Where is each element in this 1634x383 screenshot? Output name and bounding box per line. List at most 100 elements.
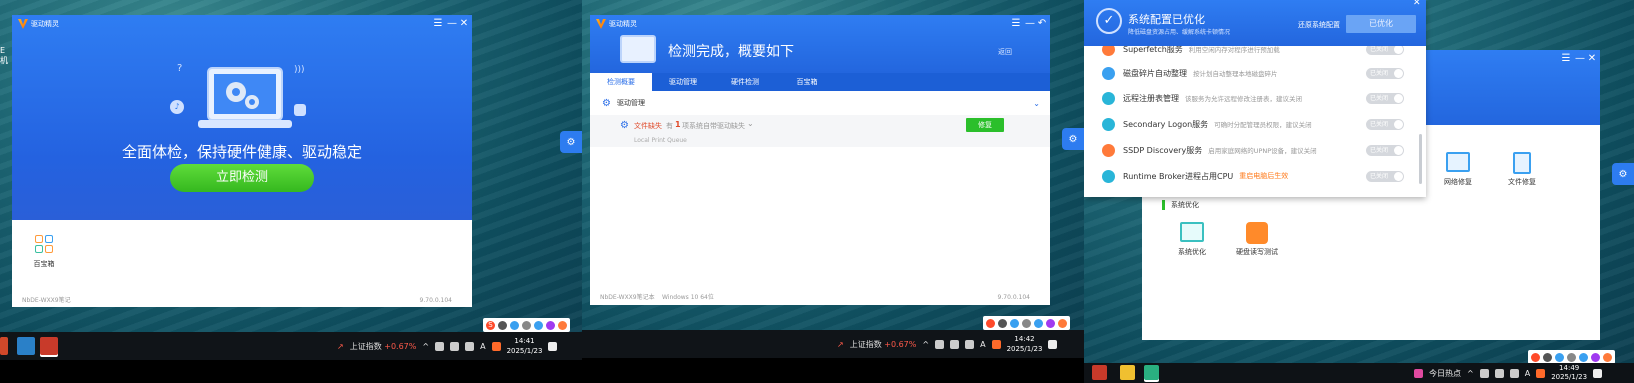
tool-network-repair[interactable]: 网络修复 <box>1438 152 1478 187</box>
ime-indicator[interactable]: A <box>1525 369 1530 378</box>
news-icon <box>1414 368 1423 378</box>
news-label[interactable]: 今日热点 <box>1429 368 1461 379</box>
tool-file-repair[interactable]: 文件修复 <box>1502 152 1542 187</box>
close-button[interactable]: ✕ <box>458 18 470 29</box>
tray-icon[interactable] <box>435 341 445 351</box>
taskbar-clock[interactable]: 14:42 2025/1/23 <box>1007 334 1043 354</box>
scan-now-button[interactable]: 立即检测 <box>170 164 314 192</box>
tray-icon[interactable] <box>950 339 960 349</box>
footer-device-name: NbDE-WXX9笔记 <box>22 297 71 304</box>
tray-sogou-icon[interactable] <box>991 339 1001 349</box>
service-row: 磁盘碎片自动整理 按计划自动整理本地磁盘碎片 已关闭 <box>1102 61 1404 85</box>
tab-overview[interactable]: 检测概要 <box>590 73 652 91</box>
ime-toolbar[interactable]: S <box>483 318 570 332</box>
restore-config-link[interactable]: 还原系统配置 <box>1298 20 1340 30</box>
taskbar-app-icon[interactable] <box>1092 365 1107 380</box>
window-header: 驱动精灵 ☰ — ↶ 检测完成，概要如下 返回 <box>590 15 1050 73</box>
issue-count: 1 <box>675 120 681 129</box>
close-button[interactable]: ✕ <box>1586 53 1598 64</box>
minimize-button[interactable]: — <box>1024 18 1036 29</box>
popup-scrollbar[interactable] <box>1419 134 1422 184</box>
driver-genius-window: 驱动精灵 ☰ — ↶ 检测完成，概要如下 返回 检测概要 驱动管理 硬件检测 百… <box>590 15 1050 305</box>
tool-disk-test[interactable]: 硬盘读写测试 <box>1232 222 1282 257</box>
ime-indicator[interactable]: A <box>980 340 985 349</box>
service-icon <box>1102 143 1115 157</box>
service-toggle[interactable]: 已关闭 <box>1366 170 1404 182</box>
service-icon <box>1102 169 1115 183</box>
menu-button[interactable]: ☰ <box>1010 18 1022 29</box>
tab-driver-management[interactable]: 驱动管理 <box>652 73 714 91</box>
optimization-popup: ✓ 系统配置已优化 降低磁盘资源占用、缓解系统卡顿情况 还原系统配置 已优化 ✕… <box>1084 0 1426 197</box>
service-toggle[interactable]: 已关闭 <box>1366 46 1404 55</box>
section-title: 驱动管理 <box>616 99 645 107</box>
service-toggle[interactable]: 已关闭 <box>1366 92 1404 104</box>
service-toggle[interactable]: 已关闭 <box>1366 67 1404 79</box>
ime-toolbar[interactable] <box>1528 350 1615 364</box>
footer-version: 9.70.0.104 <box>997 294 1030 301</box>
driver-section-header[interactable]: ⚙ 驱动管理 ⌄ <box>602 95 1040 111</box>
wifi-icon: ))) <box>294 65 305 75</box>
file-repair-icon <box>1513 152 1531 174</box>
service-row: Secondary Logon服务 可确时分配管理员权限，建议关闭 已关闭 <box>1102 112 1404 136</box>
driver-genius-window: 驱动精灵 ☰ — ✕ ? ♪ ))) 全面体检，保持硬件健康、驱动稳定 立即检测 <box>12 15 472 307</box>
taskbar-app-icon[interactable] <box>0 337 8 355</box>
notification-icon[interactable] <box>1048 339 1058 349</box>
stock-ticker[interactable]: 上证指数 +0.67% <box>850 339 917 350</box>
minimize-button[interactable]: — <box>446 18 458 29</box>
optimized-button[interactable]: 已优化 <box>1346 15 1416 33</box>
ime-indicator[interactable]: A <box>480 342 485 351</box>
tray-arrow-icon[interactable]: ^ <box>922 340 929 349</box>
notification-icon[interactable] <box>1593 368 1603 378</box>
floating-assistant-icon[interactable]: ⚙ <box>1062 128 1084 150</box>
report-icon <box>620 35 656 63</box>
tray-arrow-icon[interactable]: ^ <box>422 342 429 351</box>
taskbar-clock[interactable]: 14:49 2025/1/23 <box>1551 364 1587 382</box>
question-icon: ? <box>177 63 183 74</box>
system-optimize-icon <box>1180 222 1204 242</box>
tray-sogou-icon[interactable] <box>491 341 501 351</box>
service-toggle[interactable]: 已关闭 <box>1366 144 1404 156</box>
result-title: 检测完成，概要如下 <box>668 44 794 60</box>
floating-assistant-icon[interactable]: ⚙ <box>560 131 582 153</box>
taskbar-clock[interactable]: 14:41 2025/1/23 <box>507 336 543 356</box>
floating-assistant-icon[interactable]: ⚙ <box>1612 163 1634 185</box>
taskbar-app-icon[interactable] <box>1144 365 1159 380</box>
service-row: Runtime Broker进程占用CPU 重启电脑后生效 已关闭 <box>1102 164 1404 188</box>
footer-version: 9.70.0.104 <box>419 297 452 304</box>
menu-button[interactable]: ☰ <box>1560 53 1572 64</box>
service-toggle[interactable]: 已关闭 <box>1366 118 1404 130</box>
taskbar-app-icon[interactable] <box>1120 365 1135 380</box>
restore-button[interactable]: ↶ <box>1036 18 1048 29</box>
tab-toolbox[interactable]: 百宝箱 <box>776 73 838 91</box>
chevron-down-icon[interactable]: ⌄ <box>747 119 754 128</box>
tray-icon[interactable] <box>450 341 460 351</box>
tray-icon[interactable] <box>1509 368 1519 378</box>
popup-close-button[interactable]: ✕ <box>1413 0 1421 8</box>
tool-system-optimize[interactable]: 系统优化 <box>1172 222 1212 257</box>
tray-sogou-icon[interactable] <box>1536 368 1546 378</box>
tray-icon[interactable] <box>1479 368 1489 378</box>
tray-icon[interactable] <box>465 341 475 351</box>
notification-icon[interactable] <box>548 341 558 351</box>
menu-button[interactable]: ☰ <box>432 18 444 29</box>
ime-toolbar[interactable] <box>983 316 1070 330</box>
popup-header: ✓ 系统配置已优化 降低磁盘资源占用、缓解系统卡顿情况 还原系统配置 已优化 ✕ <box>1084 0 1426 46</box>
toolbox-tile[interactable]: 百宝箱 <box>30 235 58 269</box>
tray-icon[interactable] <box>965 339 975 349</box>
fix-button[interactable]: 修复 <box>966 118 1004 132</box>
taskbar-driver-genius-icon[interactable] <box>40 337 58 355</box>
tray-arrow-icon[interactable]: ^ <box>1467 369 1474 378</box>
tab-hardware-check[interactable]: 硬件检测 <box>714 73 776 91</box>
tray-icon[interactable] <box>1494 368 1504 378</box>
back-link[interactable]: 返回 <box>998 47 1012 57</box>
service-icon <box>1102 91 1115 105</box>
tray-icon[interactable] <box>935 339 945 349</box>
taskbar: 今日热点 ^ A 14:49 2025/1/23 <box>1084 363 1634 383</box>
taskbar-app-icon[interactable] <box>17 337 35 355</box>
taskbar: ↗ 上证指数 +0.67% ^ A 14:42 2025/1/23 <box>582 330 1084 358</box>
screenshot-panel-3: ☰ — ✕ 网络修复 文件修复 系统优化 系统优化 硬盘读写测试 ✓ 系统配置已… <box>1084 0 1634 383</box>
stock-ticker[interactable]: 上证指数 +0.67% <box>350 341 417 352</box>
minimize-button[interactable]: — <box>1574 53 1586 64</box>
popup-subtitle: 降低磁盘资源占用、缓解系统卡顿情况 <box>1128 29 1231 36</box>
issue-label: 文件缺失 <box>634 122 662 130</box>
